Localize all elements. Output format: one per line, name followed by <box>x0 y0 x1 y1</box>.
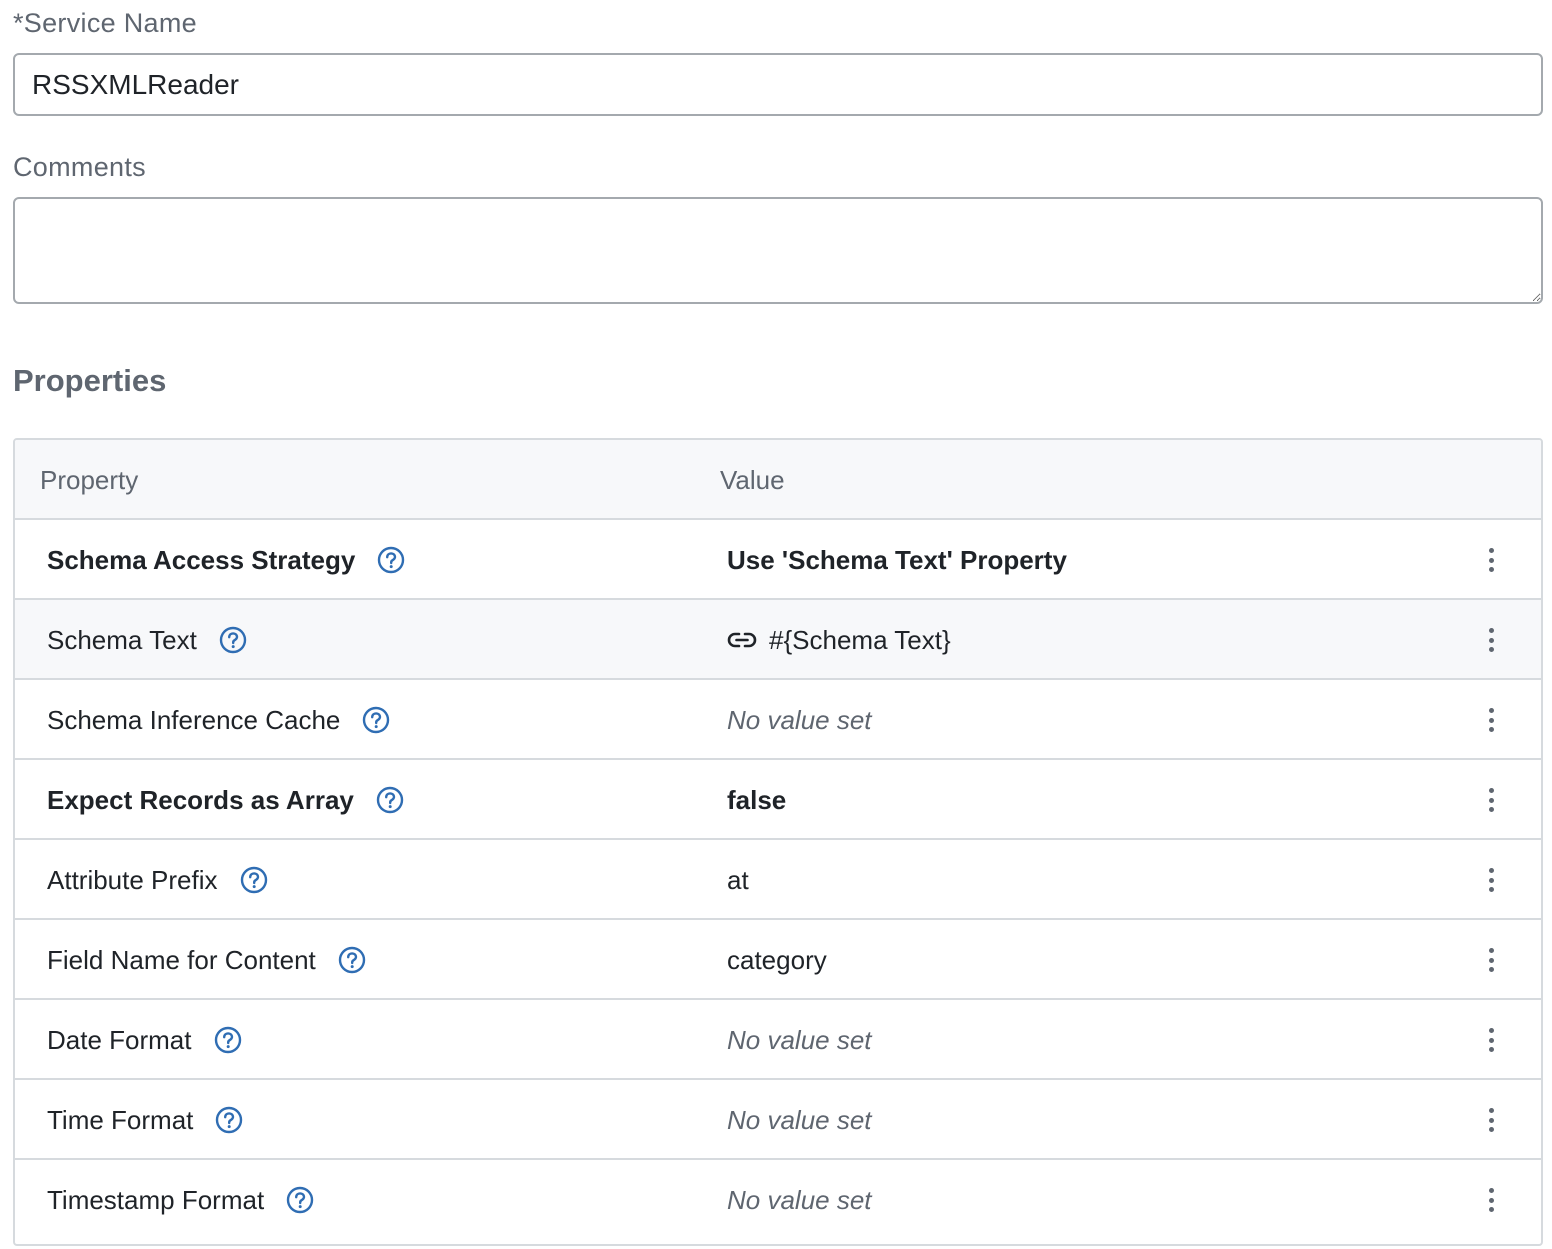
property-name: Schema Inference Cache <box>47 704 341 735</box>
more-vertical-icon[interactable] <box>1479 706 1503 734</box>
help-circle-icon[interactable] <box>219 626 247 654</box>
column-header-property[interactable]: Property <box>40 440 138 520</box>
help-circle-icon[interactable] <box>286 1186 314 1214</box>
comments-label: Comments <box>13 152 146 182</box>
property-value: No value set <box>727 704 872 735</box>
property-name-cell: Time Format <box>47 1080 243 1160</box>
property-name: Date Format <box>47 1024 192 1055</box>
property-value-cell[interactable]: #{Schema Text} <box>727 600 951 680</box>
property-value-cell[interactable]: false <box>727 760 786 840</box>
property-name: Attribute Prefix <box>47 864 218 895</box>
property-name: Schema Text <box>47 624 197 655</box>
help-circle-icon[interactable] <box>362 706 390 734</box>
property-row-1: Schema Access Strategy Use 'Schema Text'… <box>15 520 1541 600</box>
help-circle-icon[interactable] <box>240 866 268 894</box>
property-value-cell[interactable]: Use 'Schema Text' Property <box>727 520 1067 600</box>
properties-table: Property Value Schema Access Strategy Us… <box>13 438 1543 1246</box>
properties-title: Properties <box>13 363 167 398</box>
property-name: Time Format <box>47 1104 194 1135</box>
help-circle-icon[interactable] <box>214 1026 242 1054</box>
property-value: #{Schema Text} <box>769 624 951 655</box>
property-row-5: Attribute Prefix at <box>15 840 1541 920</box>
more-vertical-icon[interactable] <box>1479 866 1503 894</box>
property-name: Field Name for Content <box>47 944 316 975</box>
property-name-cell: Expect Records as Array <box>47 760 404 840</box>
service-name-input[interactable] <box>13 53 1543 116</box>
property-name-cell: Schema Inference Cache <box>47 680 390 760</box>
help-circle-icon[interactable] <box>338 946 366 974</box>
property-value: at <box>727 864 749 895</box>
more-vertical-icon[interactable] <box>1479 1026 1503 1054</box>
more-vertical-icon[interactable] <box>1479 1186 1503 1214</box>
property-row-8: Time Format No value set <box>15 1080 1541 1160</box>
more-vertical-icon[interactable] <box>1479 946 1503 974</box>
property-value-cell[interactable]: No value set <box>727 680 872 760</box>
property-row-7: Date Format No value set <box>15 1000 1541 1080</box>
help-circle-icon[interactable] <box>377 546 405 574</box>
property-row-9: Timestamp Format No value set <box>15 1160 1541 1240</box>
column-header-value[interactable]: Value <box>720 440 785 520</box>
property-value-cell[interactable]: No value set <box>727 1160 872 1240</box>
link-icon <box>727 630 757 650</box>
property-value: false <box>727 784 787 815</box>
property-name: Schema Access Strategy <box>47 544 356 575</box>
controller-service-settings: *Service Name Comments Properties Proper… <box>0 0 1552 1249</box>
property-value-cell[interactable]: No value set <box>727 1080 872 1160</box>
help-circle-icon[interactable] <box>376 786 404 814</box>
property-value: Use 'Schema Text' Property <box>727 544 1067 575</box>
property-name-cell: Schema Access Strategy <box>47 520 405 600</box>
properties-table-body: Schema Access Strategy Use 'Schema Text'… <box>15 520 1541 1240</box>
property-row-3: Schema Inference Cache No value set <box>15 680 1541 760</box>
property-name-cell: Schema Text <box>47 600 247 680</box>
property-row-6: Field Name for Content category <box>15 920 1541 1000</box>
more-vertical-icon[interactable] <box>1479 786 1503 814</box>
property-row-4: Expect Records as Array false <box>15 760 1541 840</box>
property-name: Timestamp Format <box>47 1184 265 1215</box>
more-vertical-icon[interactable] <box>1479 1106 1503 1134</box>
property-name-cell: Attribute Prefix <box>47 840 268 920</box>
property-value: No value set <box>727 1184 872 1215</box>
property-value: category <box>727 944 827 975</box>
properties-table-header: Property Value <box>15 440 1541 520</box>
more-vertical-icon[interactable] <box>1479 546 1503 574</box>
comments-textarea[interactable] <box>13 197 1543 304</box>
property-name-cell: Timestamp Format <box>47 1160 314 1240</box>
property-name: Expect Records as Array <box>47 784 354 815</box>
property-value-cell[interactable]: at <box>727 840 749 920</box>
property-value-cell[interactable]: No value set <box>727 1000 872 1080</box>
property-value-cell[interactable]: category <box>727 920 827 1000</box>
property-value: No value set <box>727 1104 872 1135</box>
more-vertical-icon[interactable] <box>1479 626 1503 654</box>
help-circle-icon[interactable] <box>215 1106 243 1134</box>
property-row-2: Schema Text #{Schema Text} <box>15 600 1541 680</box>
property-name-cell: Date Format <box>47 1000 242 1080</box>
service-name-label: *Service Name <box>13 8 197 38</box>
property-name-cell: Field Name for Content <box>47 920 366 1000</box>
property-value: No value set <box>727 1024 872 1055</box>
